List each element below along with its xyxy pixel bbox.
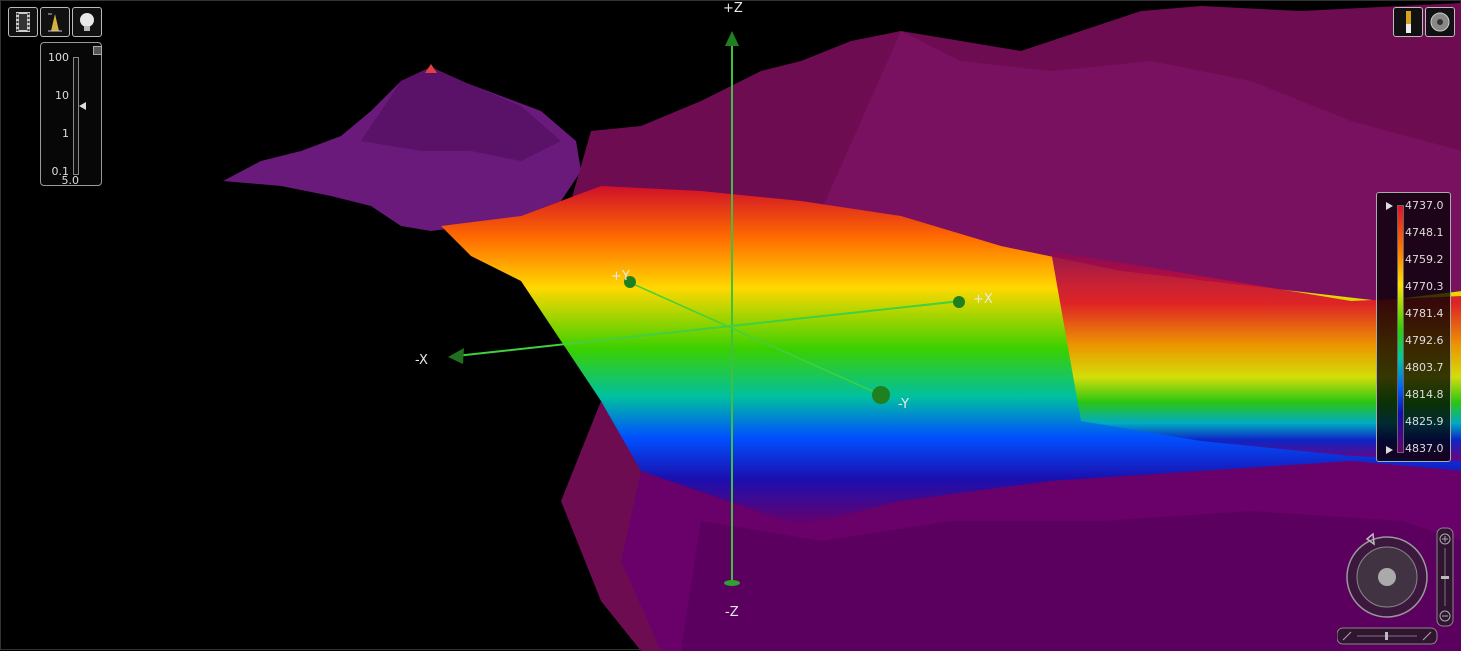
legend-color-bar: [1397, 205, 1404, 453]
legend-value: 4814.8: [1405, 388, 1444, 401]
disc-icon[interactable]: [1425, 7, 1455, 37]
legend-value: 4781.4: [1405, 307, 1444, 320]
vertical-scale-slider[interactable]: [73, 57, 79, 175]
axis-label-neg-z: -Z: [725, 605, 739, 620]
slider-thumb[interactable]: [79, 102, 86, 110]
vertical-bar-icon[interactable]: [1393, 7, 1423, 37]
scale-label: 100: [48, 51, 69, 64]
legend-value: 4737.0: [1405, 199, 1444, 212]
pan-joystick: [1378, 568, 1396, 586]
legend-max-handle[interactable]: [1386, 202, 1393, 210]
panel-close-icon[interactable]: [93, 46, 102, 55]
legend-value: 4792.6: [1405, 334, 1444, 347]
axis-label-neg-x: -X: [415, 353, 428, 368]
legend-value: 4748.1: [1405, 226, 1444, 239]
right-toolbar: [1393, 7, 1455, 37]
legend-value: 4803.7: [1405, 361, 1444, 374]
lightbulb-icon[interactable]: [72, 7, 102, 37]
scale-label: 10: [55, 89, 69, 102]
legend-value: 4837.0: [1405, 442, 1444, 455]
legend-value: 4825.9: [1405, 415, 1444, 428]
legend-value: 4759.2: [1405, 253, 1444, 266]
legend-value: 4770.3: [1405, 280, 1444, 293]
terrain-scene[interactable]: [1, 1, 1461, 651]
left-toolbar: [8, 7, 102, 37]
axis-label-pos-x: +X: [973, 292, 993, 307]
film-icon[interactable]: [8, 7, 38, 37]
3d-viewport[interactable]: +Z -Z +X -X +Y -Y 100 10 1 0.1 5.0 4737.…: [0, 0, 1461, 651]
navigation-widget[interactable]: [1337, 524, 1457, 646]
axis-label-pos-z: +Z: [723, 1, 743, 16]
legend-min-handle[interactable]: [1386, 446, 1393, 454]
axis-label-pos-y: +Y: [611, 269, 630, 284]
scale-value: 5.0: [61, 174, 80, 187]
depth-legend: 4737.0 4748.1 4759.2 4770.3 4781.4 4792.…: [1376, 192, 1451, 462]
scale-label: 1: [62, 127, 69, 140]
height-profile-icon[interactable]: [40, 7, 70, 37]
axis-label-neg-y: -Y: [898, 397, 910, 412]
